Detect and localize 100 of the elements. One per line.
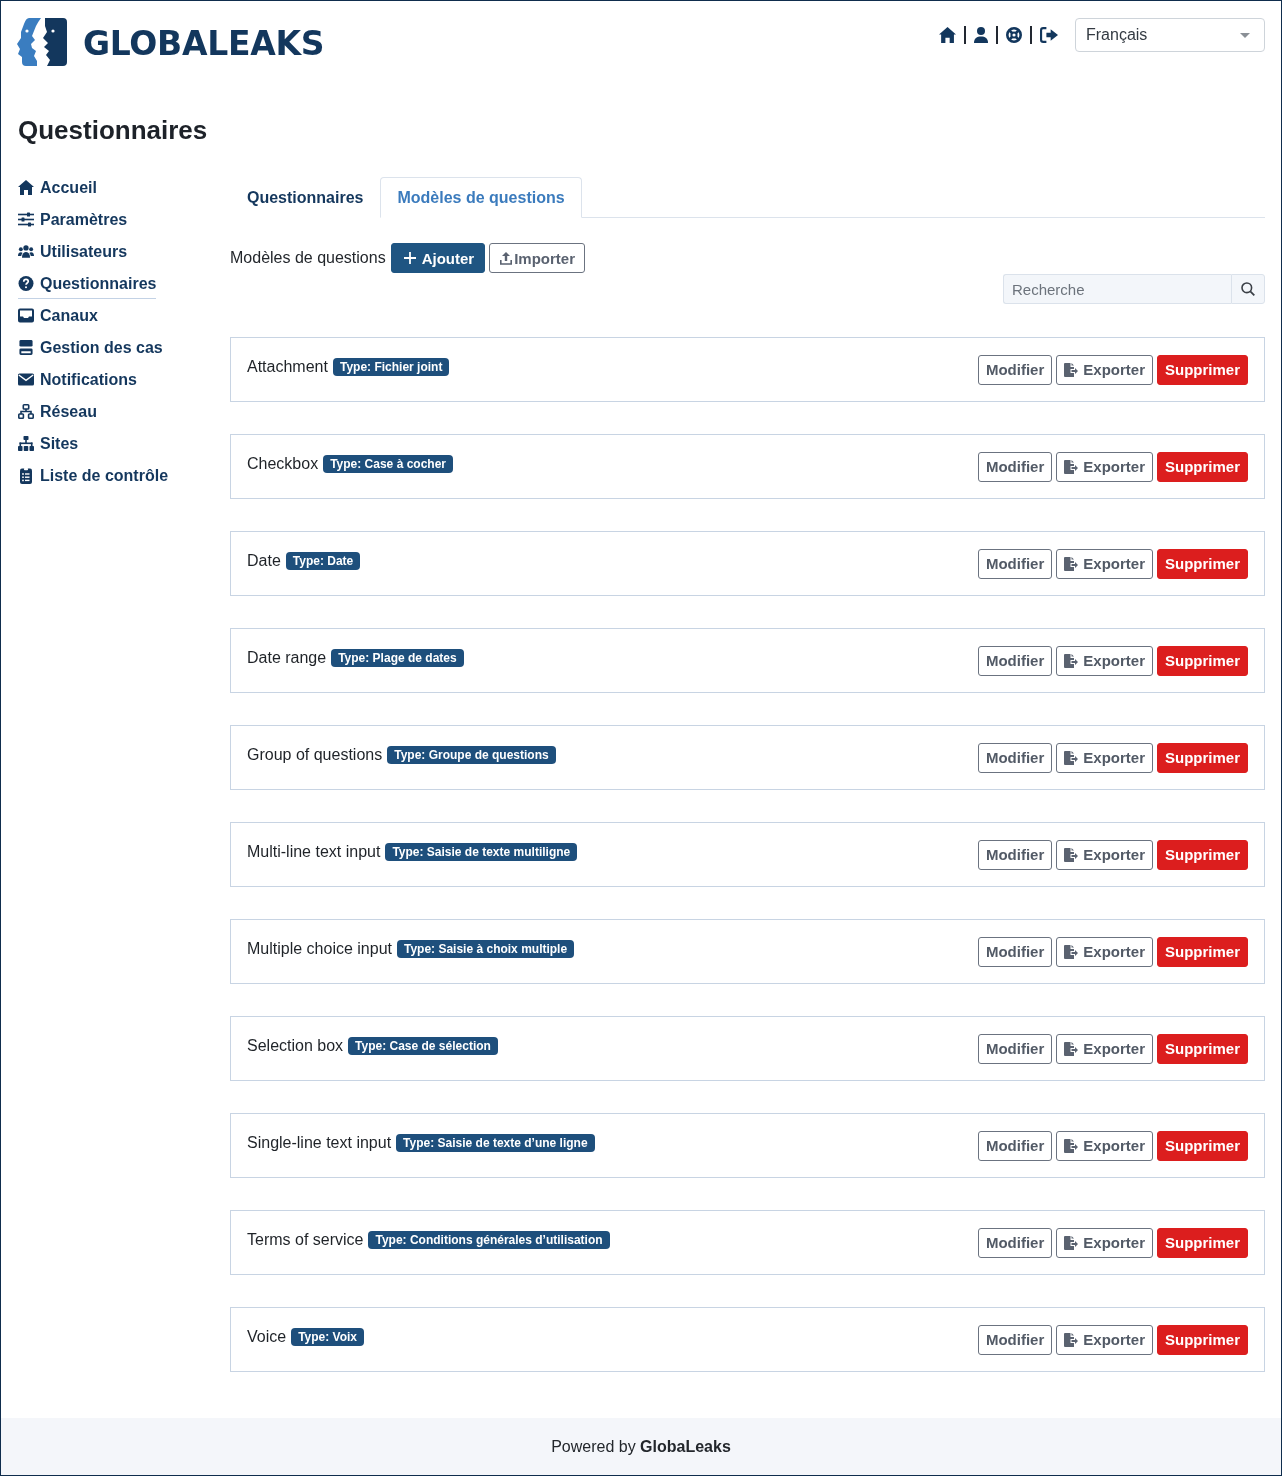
delete-button[interactable]: Supprimer	[1157, 451, 1248, 482]
type-badge: Type: Plage de dates	[331, 648, 464, 667]
caret-icon	[1240, 32, 1250, 38]
sidebar-link[interactable]: Réseau	[18, 397, 97, 427]
sidebar-link[interactable]: Paramètres	[18, 205, 128, 235]
page-title: Questionnaires	[18, 115, 208, 145]
file-export-icon	[1064, 750, 1079, 765]
export-button[interactable]: Exporter	[1056, 645, 1153, 676]
brand-name: GLOBALEAKS	[83, 26, 325, 60]
delete-button[interactable]: Supprimer	[1157, 1227, 1248, 1258]
file-export-icon	[1064, 1332, 1079, 1347]
delete-button[interactable]: Supprimer	[1157, 1033, 1248, 1064]
delete-button[interactable]: Supprimer	[1157, 936, 1248, 967]
server-icon	[18, 340, 34, 355]
type-badge: Type: Saisie de texte d’une ligne	[396, 1133, 595, 1152]
delete-button[interactable]: Supprimer	[1157, 1324, 1248, 1355]
type-badge: Type: Conditions générales d’utilisation	[368, 1230, 610, 1249]
type-badge: Type: Fichier joint	[332, 357, 450, 376]
life-ring-icon[interactable]	[1005, 27, 1022, 43]
export-button[interactable]: Exporter	[1056, 936, 1153, 967]
edit-button[interactable]: Modifier	[977, 1130, 1053, 1161]
language-select[interactable]: Français	[1075, 18, 1265, 52]
export-button[interactable]: Exporter	[1056, 742, 1153, 773]
delete-button[interactable]: Supprimer	[1157, 548, 1248, 579]
edit-button[interactable]: Modifier	[977, 645, 1053, 676]
upload-icon	[500, 251, 513, 265]
edit-button[interactable]: Modifier	[977, 1324, 1053, 1355]
delete-button[interactable]: Supprimer	[1157, 354, 1248, 385]
edit-button[interactable]: Modifier	[977, 548, 1053, 579]
export-button[interactable]: Exporter	[1056, 839, 1153, 870]
template-name: Date range	[247, 648, 327, 667]
sidebar-link[interactable]: Accueil	[18, 173, 97, 203]
export-button[interactable]: Exporter	[1056, 1130, 1153, 1161]
sign-out-icon[interactable]	[1039, 27, 1058, 43]
delete-button[interactable]: Supprimer	[1157, 1130, 1248, 1161]
type-badge: Type: Saisie de texte multiligne	[385, 842, 578, 861]
section-label: Modèles de questions	[230, 249, 386, 267]
template-name: Terms of service	[247, 1230, 364, 1249]
file-export-icon	[1064, 653, 1079, 668]
template-name: Multi-line text input	[247, 842, 381, 861]
add-button[interactable]: Ajouter	[390, 243, 486, 273]
edit-button[interactable]: Modifier	[977, 839, 1053, 870]
user-icon[interactable]	[973, 27, 988, 43]
type-badge: Type: Voix	[291, 1327, 365, 1346]
file-export-icon	[1064, 1235, 1079, 1250]
file-export-icon	[1064, 1041, 1079, 1056]
delete-button[interactable]: Supprimer	[1157, 645, 1248, 676]
template-name: Selection box	[247, 1036, 344, 1055]
edit-button[interactable]: Modifier	[977, 1033, 1053, 1064]
edit-button[interactable]: Modifier	[977, 936, 1053, 967]
sidebar-link[interactable]: Utilisateurs	[18, 237, 128, 267]
edit-button[interactable]: Modifier	[977, 742, 1053, 773]
search-field[interactable]: Recherche	[1003, 274, 1231, 304]
footer-text: Powered by GlobaLeaks	[551, 1437, 731, 1456]
template-name: Date	[247, 551, 281, 570]
type-badge: Type: Case à cocher	[323, 454, 453, 473]
export-button[interactable]: Exporter	[1056, 548, 1153, 579]
file-export-icon	[1064, 556, 1079, 571]
template-name: Attachment	[247, 357, 328, 376]
tab[interactable]: Modèles de questions	[380, 177, 582, 218]
export-button[interactable]: Exporter	[1056, 451, 1153, 482]
template-name: Group of questions	[247, 745, 383, 764]
sidebar-link[interactable]: Canaux	[18, 301, 98, 331]
sidebar-link[interactable]: Liste de contrôle	[18, 461, 169, 491]
file-export-icon	[1064, 847, 1079, 862]
edit-button[interactable]: Modifier	[977, 1227, 1053, 1258]
export-button[interactable]: Exporter	[1056, 354, 1153, 385]
file-export-icon	[1064, 944, 1079, 959]
inbox-icon	[18, 308, 34, 323]
home-icon[interactable]	[938, 27, 956, 43]
template-name: Multiple choice input	[247, 939, 392, 958]
plus-icon	[403, 252, 416, 264]
type-badge: Type: Date	[285, 551, 361, 570]
envelope-icon	[18, 372, 34, 387]
delete-button[interactable]: Supprimer	[1157, 742, 1248, 773]
file-export-icon	[1064, 362, 1079, 377]
home-icon	[18, 180, 34, 195]
edit-button[interactable]: Modifier	[977, 354, 1053, 385]
sidebar-link[interactable]: Notifications	[18, 365, 137, 395]
sliders-icon	[18, 212, 34, 227]
export-button[interactable]: Exporter	[1056, 1033, 1153, 1064]
delete-button[interactable]: Supprimer	[1157, 839, 1248, 870]
two-faces-logo-icon	[17, 17, 67, 67]
template-name: Single-line text input	[247, 1133, 392, 1152]
users-icon	[18, 244, 34, 259]
export-button[interactable]: Exporter	[1056, 1227, 1153, 1258]
sidebar-link[interactable]: Gestion des cas	[18, 333, 163, 363]
sidebar-link[interactable]: Sites	[18, 429, 79, 459]
search-button[interactable]	[1231, 274, 1265, 304]
network-icon	[18, 404, 34, 419]
search-icon	[1241, 282, 1255, 296]
sitemap-icon	[18, 436, 34, 451]
import-button[interactable]: Importer	[489, 243, 585, 273]
type-badge: Type: Groupe de questions	[387, 745, 556, 764]
edit-button[interactable]: Modifier	[977, 451, 1053, 482]
export-button[interactable]: Exporter	[1056, 1324, 1153, 1355]
file-export-icon	[1064, 1138, 1079, 1153]
clipboard-list-icon	[20, 467, 32, 484]
sidebar-link[interactable]: Questionnaires	[18, 269, 157, 299]
file-export-icon	[1064, 459, 1079, 474]
